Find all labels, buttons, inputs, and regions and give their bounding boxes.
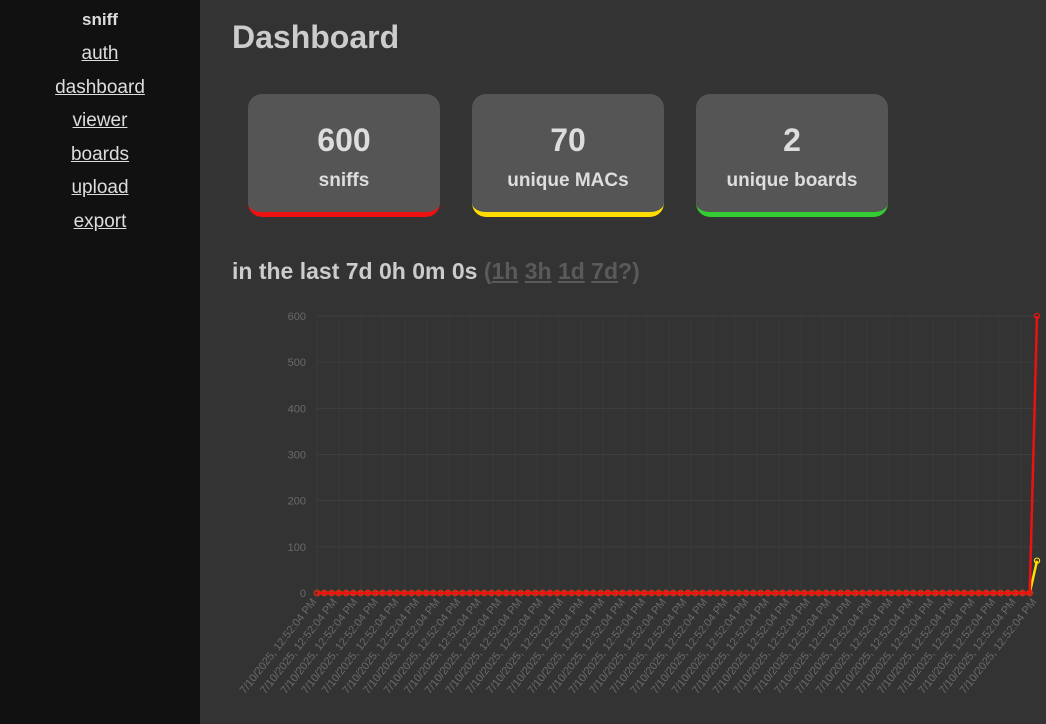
y-tick-label: 0	[300, 588, 306, 600]
y-tick-label: 500	[288, 357, 306, 369]
y-tick-label: 200	[288, 496, 306, 508]
y-tick-label: 300	[288, 450, 306, 462]
y-tick-label: 400	[288, 403, 306, 415]
series-line	[317, 560, 1039, 595]
y-tick-label: 100	[288, 542, 306, 554]
sniffs-line-chart: 01002003004005006007/10/2025, 12:52:04 P…	[238, 311, 1041, 696]
y-tick-label: 600	[288, 311, 306, 323]
